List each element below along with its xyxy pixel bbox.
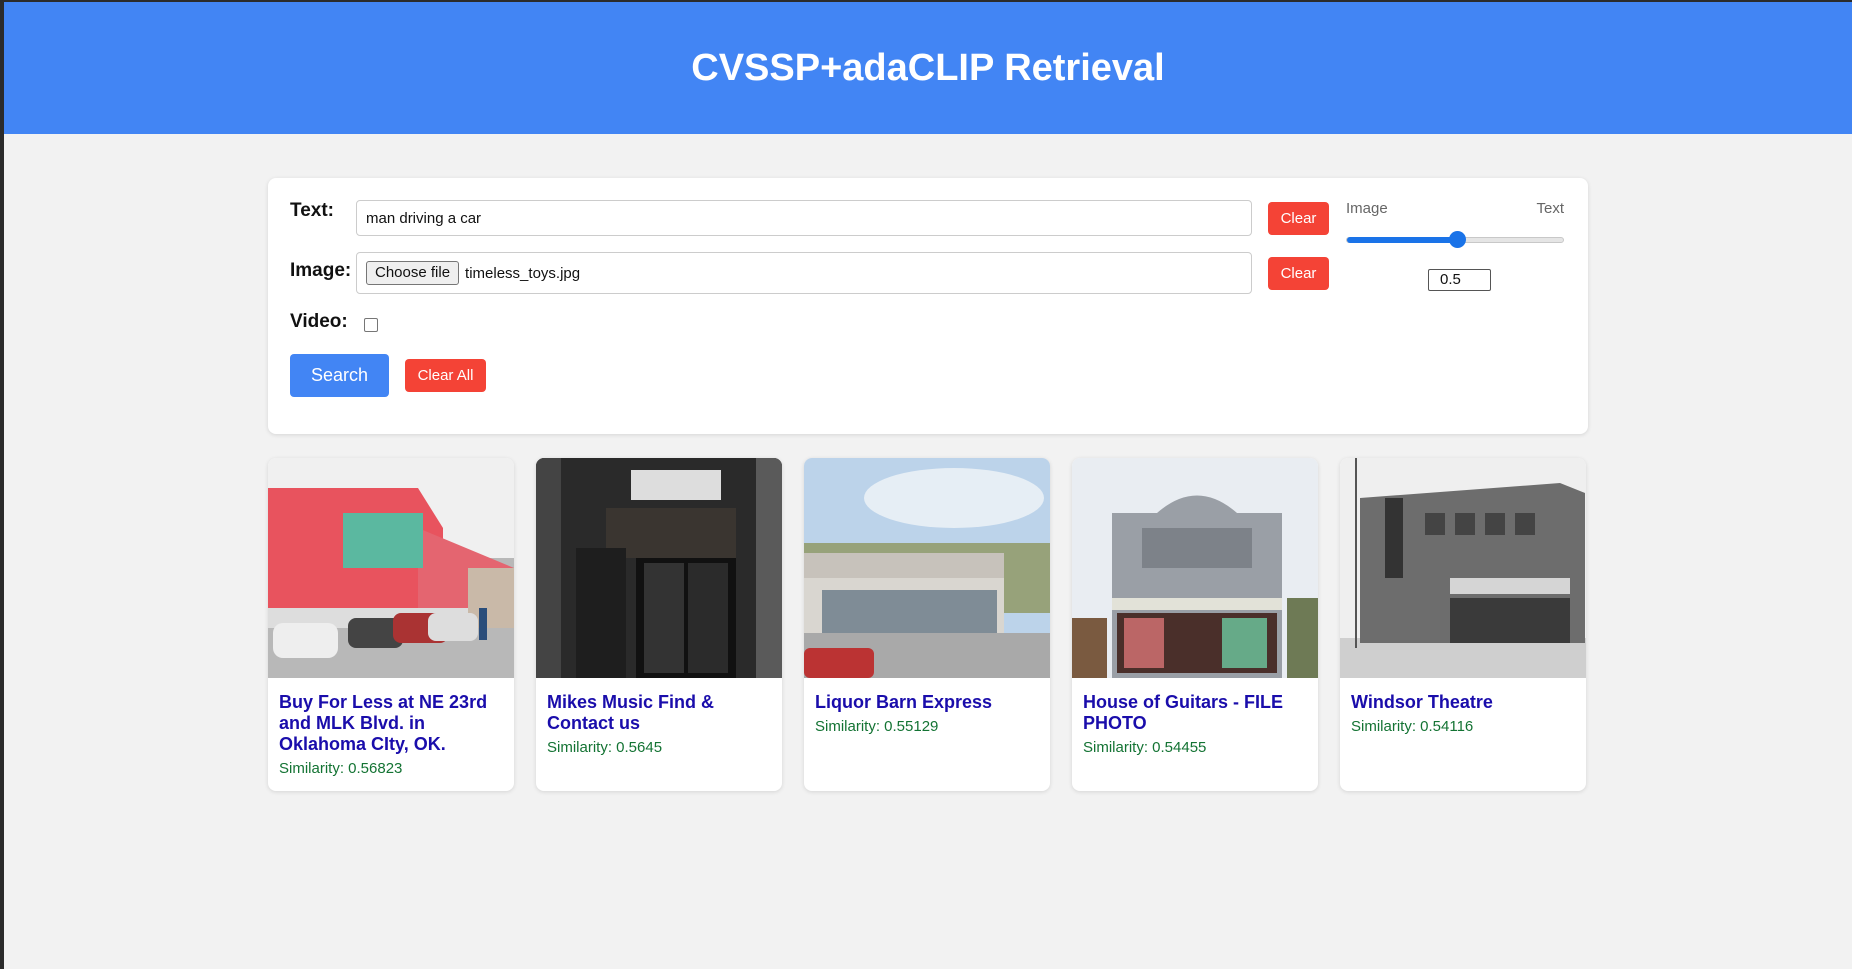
result-similarity: Similarity: 0.5645 [547,739,663,756]
slider-image-label: Image [1346,200,1388,217]
video-checkbox[interactable] [364,318,378,332]
video-label: Video: [290,311,348,332]
weight-value-field[interactable]: 0.5 [1428,269,1491,291]
result-similarity: Similarity: 0.56823 [279,760,403,777]
search-button[interactable]: Search [290,354,389,397]
result-card[interactable]: House of Guitars - FILE PHOTO Similarity… [1072,458,1318,791]
slider-text-label: Text [1536,200,1564,217]
image-file-input[interactable]: Choose file timeless_toys.jpg [356,252,1252,294]
result-similarity: Similarity: 0.54116 [1351,718,1474,735]
clear-image-button[interactable]: Clear [1268,257,1329,290]
result-thumbnail[interactable] [1072,458,1318,678]
clear-all-button[interactable]: Clear All [405,359,486,392]
result-card[interactable]: Mikes Music Find & Contact us Similarity… [536,458,782,791]
choose-file-button[interactable]: Choose file [366,261,460,285]
clear-text-button[interactable]: Clear [1268,202,1329,235]
result-card[interactable]: Liquor Barn Express Similarity: 0.55129 [804,458,1050,791]
result-title[interactable]: House of Guitars - FILE PHOTO [1083,692,1307,734]
result-title[interactable]: Buy For Less at NE 23rd and MLK Blvd. in… [279,692,503,755]
text-label: Text: [290,200,334,221]
result-thumbnail[interactable] [536,458,782,678]
result-card[interactable]: Buy For Less at NE 23rd and MLK Blvd. in… [268,458,514,791]
result-similarity: Similarity: 0.54455 [1083,739,1207,756]
app-window: CVSSP+adaCLIP Retrieval Text: Clear Imag… [4,2,1852,969]
result-title[interactable]: Mikes Music Find & Contact us [547,692,771,734]
result-title[interactable]: Windsor Theatre [1351,692,1575,713]
result-similarity: Similarity: 0.55129 [815,718,939,735]
image-label: Image: [290,260,352,281]
result-thumbnail[interactable] [268,458,514,678]
weight-slider-fill [1347,237,1456,243]
page-title: CVSSP+adaCLIP Retrieval [691,46,1165,89]
search-panel: Text: Clear Image: Choose file timeless_… [268,178,1588,434]
result-thumbnail[interactable] [804,458,1050,678]
selected-file-name: timeless_toys.jpg [465,264,581,282]
header-bar: CVSSP+adaCLIP Retrieval [4,2,1852,134]
result-thumbnail[interactable] [1340,458,1586,678]
text-query-input[interactable] [356,200,1252,236]
weight-slider-thumb[interactable] [1448,231,1466,248]
result-card[interactable]: Windsor Theatre Similarity: 0.54116 [1340,458,1586,791]
result-title[interactable]: Liquor Barn Express [815,692,1039,713]
